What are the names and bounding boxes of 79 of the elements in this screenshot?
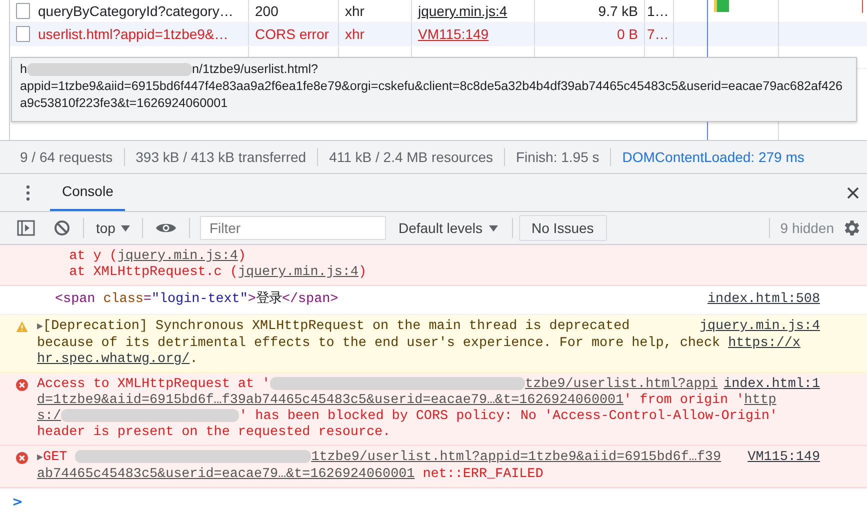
tooltip-text: appid=1tzbe9&aiid=6915bd6f447f4e83aa9a2f6ea1fe8e79&orgi=cskefu&client=8c8de5a32b4b4df39ab74465c45483c5&userid=eacae79ac682af426a9c53810f223fe3&t=1626924060001 — [20, 79, 842, 110]
file-icon — [16, 26, 30, 42]
message-text: Access to XMLHttpRequest at ' — [37, 377, 270, 392]
request-row[interactable]: userlist.html?appid=1tzbe9&… CORS error xhr VM115:149 0 B 7… — [10, 23, 867, 46]
status-text: 393 kB / 413 kB transferred — [124, 148, 318, 166]
console-prompt[interactable]: > — [12, 495, 23, 510]
message-text: ' has been blocked by CORS policy: No 'Access-Control-Allow-Origin' — [239, 409, 778, 424]
message-text: ) — [238, 249, 246, 264]
status-text: DOMContentLoaded: 279 ms — [621, 148, 806, 166]
source-link[interactable]: index.html:1 — [724, 377, 820, 393]
url-link[interactable]: tzbe9/userlist.html?appi — [525, 377, 718, 392]
url-link[interactable]: s:/ — [37, 409, 62, 424]
status-text: 411 kB / 2.4 MB resources — [318, 148, 505, 166]
url-link[interactable]: ab74465c45483c5&userid=eacae79…&t=1626924060001 — [37, 467, 415, 482]
request-name: queryByCategoryId?category… — [38, 3, 234, 19]
waterfall-marker-line — [862, 0, 863, 13]
message-text: GET — [43, 450, 68, 466]
source-link[interactable]: jquery.min.js:4 — [699, 319, 820, 335]
url-link[interactable]: https://x — [728, 336, 800, 351]
caret-icon — [488, 224, 498, 232]
status-text: 9 / 64 requests — [9, 148, 125, 166]
message-text: > — [248, 292, 256, 307]
url-link[interactable]: hr.spec.whatwg.org/ — [37, 352, 190, 367]
close-icon[interactable] — [847, 186, 859, 198]
waterfall-bar — [714, 0, 729, 12]
message-text: <span — [55, 292, 96, 307]
message-text: ' from origin ' — [624, 393, 744, 408]
more-options-icon[interactable] — [26, 184, 30, 200]
expand-arrow[interactable]: ▶ — [37, 322, 44, 333]
initiator-link[interactable]: jquery.min.js:4 — [418, 3, 508, 19]
source-link[interactable]: VM115:149 — [748, 450, 820, 466]
filter-field[interactable]: Filter — [200, 216, 386, 240]
message-text: class — [103, 292, 144, 307]
sidebar-toggle-icon[interactable] — [17, 220, 35, 236]
error-icon — [16, 379, 28, 391]
message-text: </span> — [282, 292, 338, 307]
request-status: CORS error — [255, 26, 329, 42]
request-time: 1… — [647, 3, 669, 19]
source-link[interactable]: index.html:508 — [708, 292, 820, 308]
message-text: 登录 — [256, 292, 282, 307]
message-text: header is present on the requested resource. — [37, 425, 391, 440]
initiator-link[interactable]: VM115:149 — [418, 26, 489, 42]
status-text: Finish: 1.95 s — [505, 148, 612, 166]
log-levels-dropdown[interactable]: Default levels — [392, 220, 504, 236]
request-type: xhr — [345, 3, 364, 19]
url-link[interactable]: d=1tzbe9&aiid=6915bd6f…f39ab74465c45483c5&userid=eacae79…&t=1626924060001 — [37, 393, 624, 408]
caret-icon — [121, 224, 130, 232]
clear-console-icon[interactable] — [53, 220, 71, 236]
context-dropdown[interactable]: top — [90, 220, 136, 236]
settings-icon[interactable] — [842, 218, 862, 238]
url-link[interactable]: http — [744, 393, 776, 408]
request-time: 7… — [647, 26, 669, 42]
message-text: because of its detrimental effects to the end user's experience. For more help, check — [37, 336, 722, 351]
request-name: userlist.html?appid=1tzbe9&… — [38, 26, 228, 42]
request-row[interactable]: queryByCategoryId?category… 200 xhr jquery.min.js:4 9.7 kB 1… — [10, 0, 867, 23]
request-size: 9.7 kB — [598, 3, 638, 19]
url-link[interactable]: 1tzbe9/userlist.html?appid=1tzbe9&aiid=6915bd6f…f39 — [311, 450, 722, 466]
error-icon — [16, 452, 28, 464]
message-text: [Deprecation] Synchronous XMLHttpRequest on the main thread is deprecated — [43, 319, 630, 334]
request-size: 0 B — [616, 26, 638, 42]
hidden-count: 9 hidden — [779, 220, 835, 236]
request-type: xhr — [345, 26, 364, 42]
message-text: at y ( — [68, 249, 118, 264]
file-icon — [16, 3, 30, 19]
message-text: . — [190, 352, 198, 367]
warning-icon — [16, 321, 28, 333]
eye-icon[interactable] — [155, 221, 178, 235]
message-text: net::ERR_FAILED — [422, 467, 544, 482]
tooltip-text: n/1tzbe9/userlist.html? — [192, 62, 318, 76]
request-status: 200 — [255, 3, 278, 19]
expand-arrow[interactable]: ▶ — [37, 453, 44, 464]
message-text: at XMLHttpRequest.c ( — [68, 265, 238, 280]
url-link[interactable]: jquery.min.js:4 — [238, 265, 358, 280]
message-text: = — [143, 292, 152, 307]
url-link[interactable]: jquery.min.js:4 — [117, 249, 238, 264]
tooltip-text: h — [20, 62, 28, 76]
message-text: ) — [358, 265, 366, 280]
message-text: "login-text" — [151, 292, 248, 307]
issues-button[interactable]: No Issues — [518, 215, 607, 241]
